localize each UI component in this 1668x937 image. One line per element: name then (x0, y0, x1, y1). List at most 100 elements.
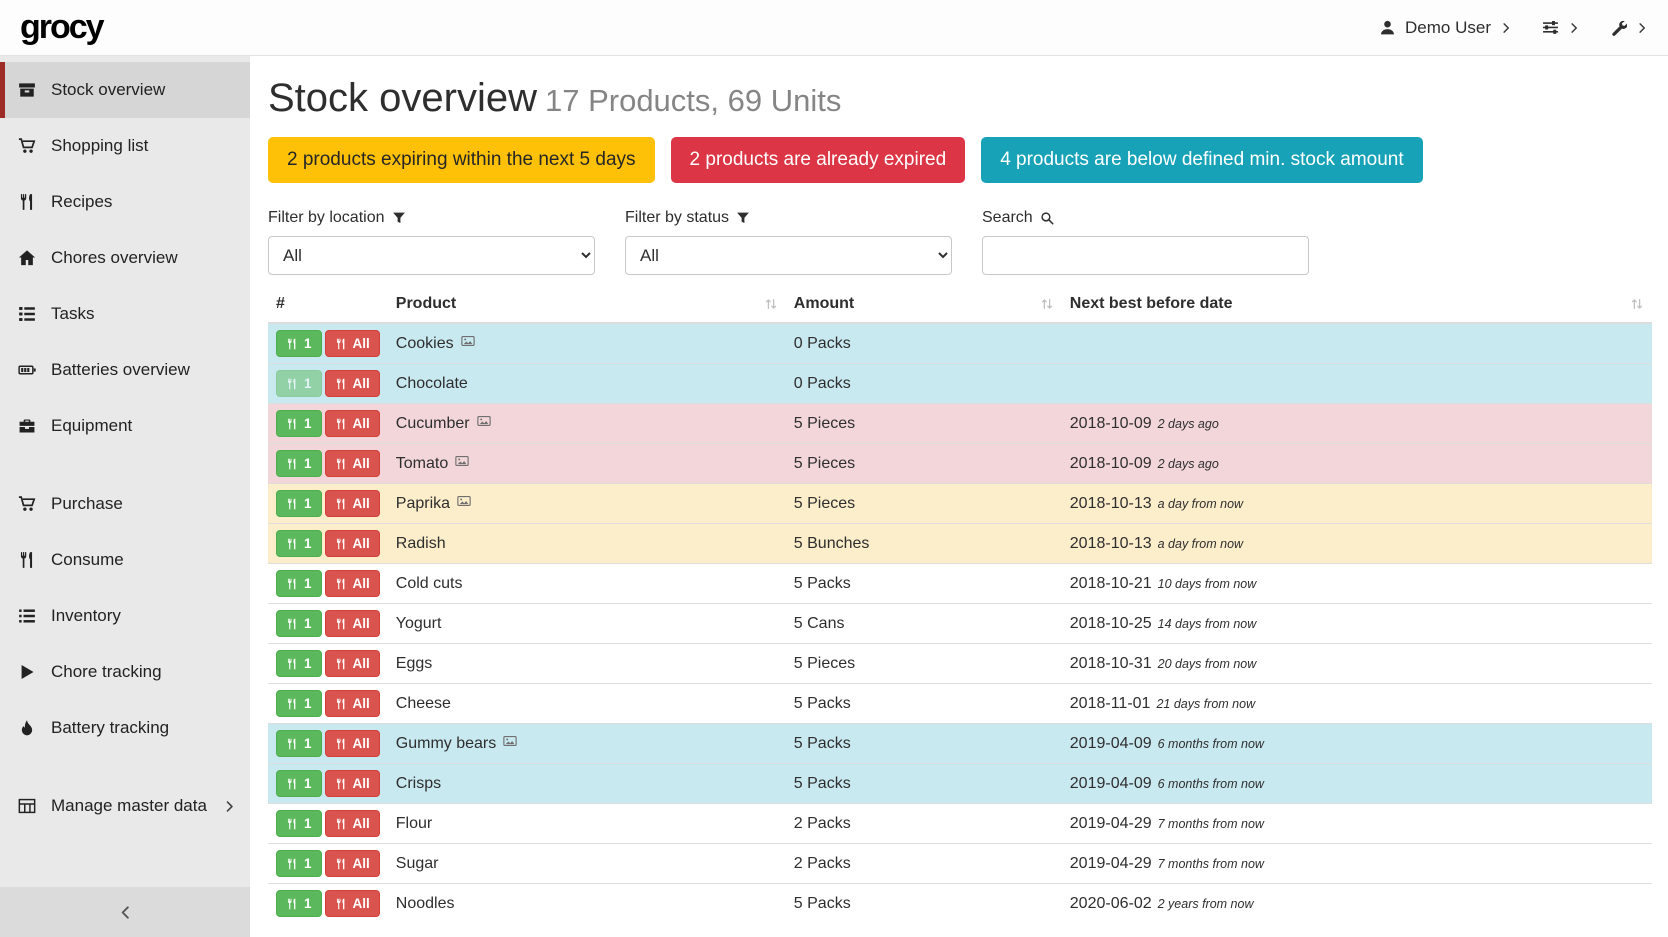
best-before-date: 2019-04-29 (1070, 815, 1152, 832)
consume-all-label: All (353, 536, 370, 551)
consume-all-button[interactable]: All (325, 490, 380, 517)
sidebar-item-tasks[interactable]: Tasks (0, 286, 250, 342)
location-filter-select[interactable]: All (268, 236, 595, 275)
consume-one-button[interactable]: 1 (276, 530, 322, 557)
col-header-product[interactable]: Product (388, 285, 786, 323)
search-input[interactable] (982, 236, 1309, 275)
consume-all-button[interactable]: All (325, 570, 380, 597)
product-image-icon[interactable] (457, 494, 471, 508)
consume-all-label: All (353, 656, 370, 671)
product-cell: Crisps (388, 764, 786, 804)
best-before-relative: 7 months from now (1158, 857, 1264, 871)
best-before-date: 2018-10-13 (1070, 535, 1152, 552)
sidebar-item-manage-master-data[interactable]: Manage master data (0, 778, 250, 834)
sidebar-item-label: Consume (51, 550, 124, 570)
utensils-icon (335, 458, 347, 470)
amount-value: 2 Packs (794, 815, 851, 832)
sidebar-item-batteries-overview[interactable]: Batteries overview (0, 342, 250, 398)
consume-all-button[interactable]: All (325, 650, 380, 677)
col-header-amount[interactable]: Amount (786, 285, 1062, 323)
status-filter: Filter by status All (625, 209, 982, 275)
below-min-stock-alert[interactable]: 4 products are below defined min. stock … (981, 137, 1422, 183)
consume-one-button[interactable]: 1 (276, 730, 322, 757)
status-filter-label: Filter by status (625, 209, 982, 227)
consume-all-button[interactable]: All (325, 890, 380, 917)
consume-one-button[interactable]: 1 (276, 450, 322, 477)
consume-one-button[interactable]: 1 (276, 330, 322, 357)
user-menu[interactable]: Demo User (1379, 18, 1512, 38)
product-image-icon[interactable] (477, 414, 491, 428)
product-image-icon[interactable] (503, 734, 517, 748)
sort-icon[interactable] (764, 297, 778, 311)
consume-one-button[interactable]: 1 (276, 410, 322, 437)
stock-row: 1AllCucumber5 Pieces2018-10-092 days ago (268, 404, 1652, 444)
product-cell: Gummy bears (388, 724, 786, 764)
consume-one-button[interactable]: 1 (276, 490, 322, 517)
col-header-best-before[interactable]: Next best before date (1062, 285, 1652, 323)
product-name: Tomato (396, 455, 448, 472)
utensils-icon (286, 738, 298, 750)
sidebar-item-recipes[interactable]: Recipes (0, 174, 250, 230)
sidebar-item-shopping-list[interactable]: Shopping list (0, 118, 250, 174)
utensils-icon (286, 498, 298, 510)
product-image-icon[interactable] (461, 334, 475, 348)
table-header-row: # Product Amount Next best before date (268, 285, 1652, 323)
app-logo[interactable]: grocy (20, 8, 103, 47)
sidebar-item-consume[interactable]: Consume (0, 532, 250, 588)
filter-icon (736, 211, 750, 225)
consume-all-button[interactable]: All (325, 810, 380, 837)
best-before-date: 2018-10-25 (1070, 615, 1152, 632)
expiring-alert[interactable]: 2 products expiring within the next 5 da… (268, 137, 655, 183)
consume-all-button[interactable]: All (325, 450, 380, 477)
status-filter-select[interactable]: All (625, 236, 952, 275)
consume-all-label: All (353, 816, 370, 831)
sidebar-item-label: Chore tracking (51, 662, 162, 682)
product-image-icon[interactable] (455, 454, 469, 468)
utensils-icon (286, 618, 298, 630)
consume-one-button[interactable]: 1 (276, 370, 322, 397)
consume-one-button[interactable]: 1 (276, 690, 322, 717)
consume-all-button[interactable]: All (325, 690, 380, 717)
sidebar-item-chores-overview[interactable]: Chores overview (0, 230, 250, 286)
sidebar-item-inventory[interactable]: Inventory (0, 588, 250, 644)
admin-menu[interactable] (1610, 19, 1648, 36)
amount-cell: 5 Pieces (786, 484, 1062, 524)
consume-one-button[interactable]: 1 (276, 850, 322, 877)
sidebar-item-battery-tracking[interactable]: Battery tracking (0, 700, 250, 756)
consume-one-button[interactable]: 1 (276, 810, 322, 837)
amount-cell: 0 Packs (786, 323, 1062, 364)
sidebar-item-equipment[interactable]: Equipment (0, 398, 250, 454)
consume-all-button[interactable]: All (325, 770, 380, 797)
sidebar-item-chore-tracking[interactable]: Chore tracking (0, 644, 250, 700)
sort-icon[interactable] (1630, 297, 1644, 311)
sidebar-item-stock-overview[interactable]: Stock overview (0, 62, 250, 118)
consume-one-button[interactable]: 1 (276, 650, 322, 677)
amount-cell: 5 Packs (786, 564, 1062, 604)
sidebar-item-purchase[interactable]: Purchase (0, 476, 250, 532)
consume-all-button[interactable]: All (325, 530, 380, 557)
consume-one-button[interactable]: 1 (276, 770, 322, 797)
consume-all-button[interactable]: All (325, 330, 380, 357)
consume-all-label: All (353, 856, 370, 871)
consume-all-button[interactable]: All (325, 410, 380, 437)
consume-one-button[interactable]: 1 (276, 570, 322, 597)
row-actions-cell: 1All (268, 604, 388, 644)
consume-all-button[interactable]: All (325, 850, 380, 877)
consume-one-label: 1 (304, 416, 312, 431)
expired-alert[interactable]: 2 products are already expired (671, 137, 966, 183)
product-cell: Chocolate (388, 364, 786, 404)
battery-icon (16, 361, 38, 379)
consume-one-label: 1 (304, 856, 312, 871)
consume-one-button[interactable]: 1 (276, 890, 322, 917)
sidebar: Stock overviewShopping listRecipesChores… (0, 56, 250, 937)
amount-cell: 5 Packs (786, 724, 1062, 764)
consume-one-button[interactable]: 1 (276, 610, 322, 637)
sidebar-collapse-button[interactable] (0, 887, 250, 937)
chevron-right-icon (1500, 22, 1512, 34)
consume-all-button[interactable]: All (325, 370, 380, 397)
sidebar-item-label: Purchase (51, 494, 123, 514)
sort-icon[interactable] (1040, 297, 1054, 311)
consume-all-button[interactable]: All (325, 730, 380, 757)
consume-all-button[interactable]: All (325, 610, 380, 637)
settings-menu[interactable] (1542, 19, 1580, 36)
